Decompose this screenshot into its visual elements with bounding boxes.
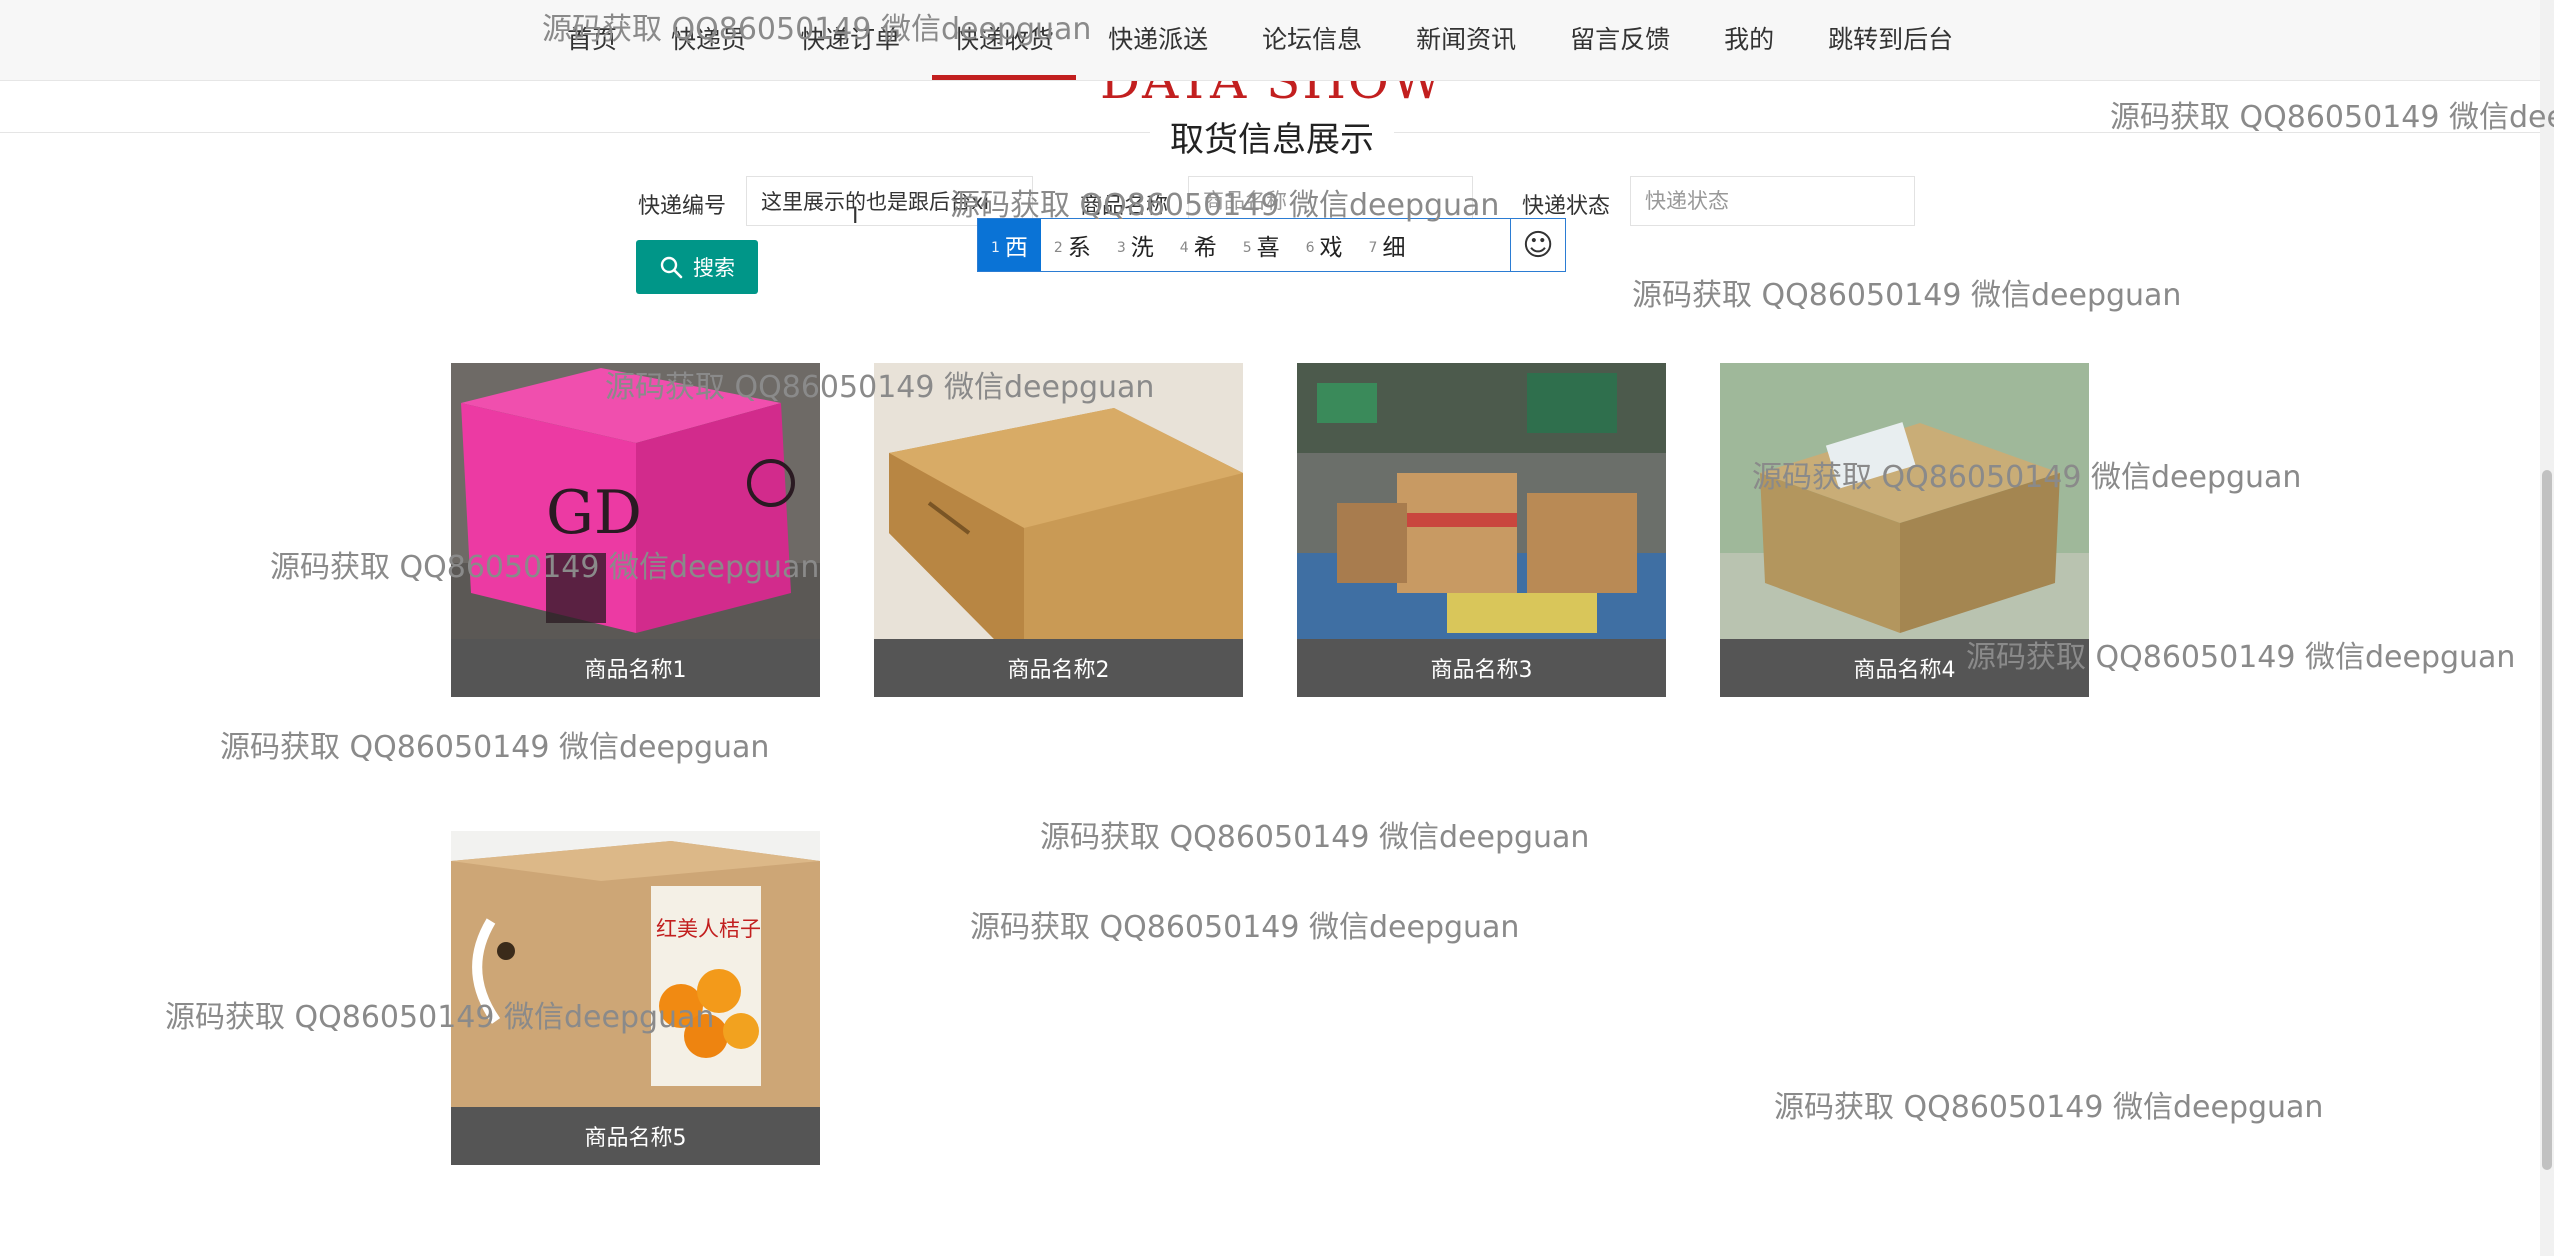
watermark: 源码获取 QQ86050149 微信deepguan (970, 910, 1520, 945)
search-button[interactable]: 搜索 (636, 240, 758, 294)
nav-home[interactable]: 首页 (540, 0, 644, 80)
nav-courier[interactable]: 快递员 (644, 0, 773, 80)
ime-candidate-5[interactable]: 5喜 (1230, 219, 1293, 271)
watermark: 源码获取 QQ86050149 微信deepguan (1632, 278, 2182, 313)
product-card[interactable]: 商品名称2 (874, 363, 1243, 697)
product-card[interactable]: 红美人桔子 商品名称5 (451, 831, 820, 1165)
taped-box-image (1720, 363, 2089, 639)
ime-candidate-4[interactable]: 4希 (1167, 219, 1230, 271)
express-status-input[interactable] (1630, 176, 1915, 226)
express-no-label: 快递编号 (638, 194, 727, 219)
watermark: 源码获取 QQ86050149 微信deepguan (220, 730, 770, 765)
product-card[interactable]: 商品名称3 (1297, 363, 1666, 697)
parcels-image (1297, 363, 1666, 639)
page-title: 取货信息展示 (1150, 112, 1394, 161)
nav-admin[interactable]: 跳转到后台 (1801, 0, 1980, 80)
search-button-label: 搜索 (693, 256, 735, 280)
ime-candidate-7[interactable]: 7细 (1356, 219, 1419, 271)
product-name: 商品名称2 (874, 639, 1243, 697)
express-status-label: 快递状态 (1522, 194, 1611, 219)
nav-mine[interactable]: 我的 (1697, 0, 1801, 80)
pink-box-image: GD (451, 363, 820, 639)
watermark: 源码获取 QQ86050149 微信deepguan (1040, 820, 1590, 855)
nav-orders[interactable]: 快递订单 (773, 0, 927, 80)
nav-receiving[interactable]: 快递收货 (927, 0, 1081, 80)
ime-candidate-3[interactable]: 3洗 (1104, 219, 1167, 271)
search-icon (660, 256, 683, 279)
scrollbar-thumb[interactable] (2542, 470, 2552, 1170)
main-nav: 首页 快递员 快递订单 快递收货 快递派送 论坛信息 新闻资讯 留言反馈 我的 … (540, 0, 1980, 80)
ime-candidate-1[interactable]: 1西 (978, 219, 1041, 271)
product-card[interactable]: 商品名称4 (1720, 363, 2089, 697)
watermark: 源码获取 QQ86050149 微信deepguan (1774, 1090, 2324, 1125)
nav-delivery[interactable]: 快递派送 (1081, 0, 1235, 80)
orange-box-image: 红美人桔子 (451, 831, 820, 1107)
scrollbar[interactable] (2540, 0, 2554, 1256)
ime-candidate-bar: 1西 2系 3洗 4希 5喜 6戏 7细 ☺ (977, 218, 1566, 272)
nav-news[interactable]: 新闻资讯 (1389, 0, 1543, 80)
watermark: 源码获取 QQ86050149 微信deepguan (2110, 100, 2554, 135)
product-name: 商品名称1 (451, 639, 820, 697)
text-cursor-icon: I (852, 204, 859, 229)
top-navbar: 首页 快递员 快递订单 快递收货 快递派送 论坛信息 新闻资讯 留言反馈 我的 … (0, 0, 2540, 81)
nav-feedback[interactable]: 留言反馈 (1543, 0, 1697, 80)
svg-text:GD: GD (546, 478, 642, 548)
product-name: 商品名称4 (1720, 639, 2089, 697)
product-name: 商品名称5 (451, 1107, 820, 1165)
product-name: 商品名称3 (1297, 639, 1666, 697)
flat-box-image (874, 363, 1243, 639)
nav-forum[interactable]: 论坛信息 (1235, 0, 1389, 80)
product-card[interactable]: GD 商品名称1 (451, 363, 820, 697)
ime-candidate-2[interactable]: 2系 (1041, 219, 1104, 271)
svg-text:红美人桔子: 红美人桔子 (656, 917, 761, 941)
product-name-label: 商品名称 (1080, 194, 1169, 219)
ime-candidate-6[interactable]: 6戏 (1293, 219, 1356, 271)
emoji-icon[interactable]: ☺ (1510, 219, 1565, 271)
